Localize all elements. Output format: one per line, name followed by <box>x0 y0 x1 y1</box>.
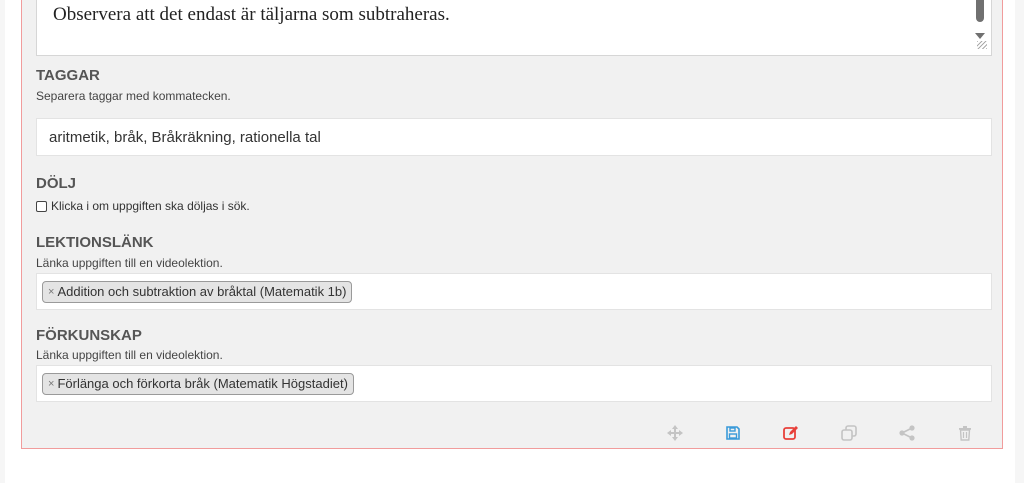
share-icon <box>899 425 915 441</box>
prerequisite-chip[interactable]: × Förlänga och förkorta bråk (Matematik … <box>42 372 354 395</box>
trash-icon <box>959 426 971 441</box>
prerequisite-select[interactable]: × Förlänga och förkorta bråk (Matematik … <box>36 365 992 402</box>
copy-button[interactable] <box>820 422 878 444</box>
question-editor-card: Observera att det endast är täljarna som… <box>21 0 1003 449</box>
chip-label: Addition och subtraktion av bråktal (Mat… <box>57 284 347 299</box>
hide-checkbox-row[interactable]: Klicka i om uppgiften ska döljas i sök. <box>36 199 250 213</box>
move-icon <box>667 425 683 441</box>
question-text: Observera att det endast är täljarna som… <box>53 4 450 25</box>
prerequisite-help: Länka uppgiften till en videolektion. <box>36 348 223 362</box>
item-toolbar <box>646 422 994 444</box>
edit-icon <box>783 426 798 440</box>
move-button[interactable] <box>646 422 704 444</box>
resize-grip-icon[interactable] <box>977 41 987 49</box>
question-text-area[interactable]: Observera att det endast är täljarna som… <box>36 0 992 56</box>
lesson-link-select[interactable]: × Addition och subtraktion av bråktal (M… <box>36 273 992 310</box>
lesson-link-title: LEKTIONSLÄNK <box>36 234 154 251</box>
scroll-down-arrow-icon[interactable] <box>975 33 985 39</box>
scrollbar-thumb[interactable] <box>976 0 984 22</box>
hide-title: DÖLJ <box>36 175 77 192</box>
chip-label: Förlänga och förkorta bråk (Matematik Hö… <box>57 376 348 391</box>
save-button[interactable] <box>704 422 762 444</box>
share-button[interactable] <box>878 422 936 444</box>
hide-checkbox-label[interactable]: Klicka i om uppgiften ska döljas i sök. <box>51 199 250 213</box>
page-panel: Observera att det endast är täljarna som… <box>5 0 1015 483</box>
tags-input[interactable]: aritmetik, bråk, Bråkräkning, rationella… <box>36 118 992 156</box>
tags-title: TAGGAR <box>36 67 100 84</box>
edit-button[interactable] <box>762 422 820 444</box>
tags-help: Separera taggar med kommatecken. <box>36 89 231 103</box>
hide-checkbox[interactable] <box>36 200 47 212</box>
delete-button[interactable] <box>936 422 994 444</box>
save-icon <box>726 426 740 440</box>
chip-remove-icon[interactable]: × <box>48 378 54 390</box>
chip-remove-icon[interactable]: × <box>48 286 54 298</box>
copy-icon <box>841 425 857 441</box>
tags-input-value: aritmetik, bråk, Bråkräkning, rationella… <box>49 128 321 146</box>
lesson-link-help: Länka uppgiften till en videolektion. <box>36 256 223 270</box>
prerequisite-title: FÖRKUNSKAP <box>36 327 142 344</box>
lesson-link-chip[interactable]: × Addition och subtraktion av bråktal (M… <box>42 280 353 303</box>
